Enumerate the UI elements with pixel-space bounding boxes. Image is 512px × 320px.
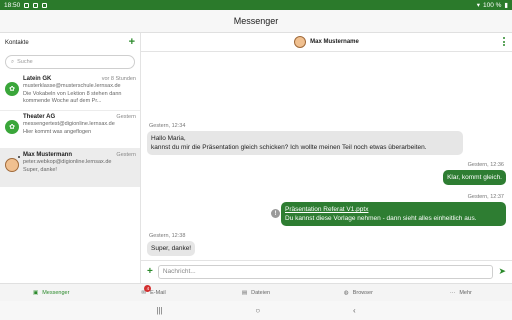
message-time: Gestern, 12:34 [149,123,186,129]
message-text: Klar, kommt gleich. [447,174,502,181]
add-contact-button[interactable]: + [129,37,135,48]
notification-icon [33,2,39,8]
tab-more[interactable]: ··· Mehr [410,284,512,301]
contact-item-max-mustermann[interactable]: Max Mustermann Gestern peter.webkop@digi… [0,149,140,187]
add-attachment-button[interactable]: + [147,266,153,277]
contact-name: Latein GK [23,76,52,82]
system-nav-bar: ||| ○ ‹ [0,301,512,320]
tab-browser[interactable]: ◍ Browser [307,284,409,301]
contacts-title: Kontakte [5,39,29,46]
message-bubble-outgoing: Klar, kommt gleich. [443,170,506,185]
contact-name: Max Mustermann [23,152,73,158]
battery-level: 100 % [482,1,502,9]
contact-time: Gestern [116,152,136,158]
message-bubble-incoming: Super, danke! [147,241,196,256]
status-time: 18:50 [4,1,21,9]
contact-address: messengertest@digionline.lernsax.de [23,121,115,128]
contact-address: peter.webkop@digionline.lernsax.de [23,159,112,166]
battery-icon: ▮ [504,2,508,9]
app-title-bar: Messenger [0,10,512,33]
avatar [294,36,307,48]
message-bubble-outgoing: Präsentation Referat V1.pptx Du kannst d… [281,202,506,226]
status-bar: 18:50 ▾ 100 % ▮ [0,0,512,10]
chat-contact-name: Max Mustername [310,39,359,45]
globe-icon: ◍ [343,289,349,296]
more-vert-icon[interactable] [503,37,505,46]
contact-address: musterklasse@musterschule.lernsax.de [23,83,121,90]
tab-label: Mehr [459,289,472,296]
more-horiz-icon: ··· [449,289,456,296]
contacts-sidebar: Kontakte + ⌕ Suche ✿ Latein GK vor 8 Stu… [0,33,141,283]
tab-label: E-Mail [150,289,166,296]
contact-preview: Die Vokabeln von Lektion 8 stehen dann k… [23,90,122,104]
notification-icon [42,2,48,8]
wifi-icon: ▾ [476,2,480,9]
group-icon: ✿ [5,120,19,134]
message-time: Gestern, 12:36 [467,162,504,168]
message-time: Gestern, 12:38 [149,233,186,239]
message-list: Gestern, 12:34 Hallo Maria, kannst du mi… [141,52,512,260]
tab-files[interactable]: ▤ Dateien [205,284,307,301]
chat-icon: ▣ [32,289,39,296]
back-icon[interactable]: ‹ [353,306,356,315]
chat-header: Max Mustername [141,33,512,52]
contact-time: Gestern [116,114,136,120]
notification-icon [24,2,30,8]
tab-label: Dateien [251,289,271,296]
group-icon: ✿ [5,82,19,96]
tab-email[interactable]: ✉ 4 E-Mail [102,284,204,301]
message-text: Super, danke! [151,245,192,252]
app-title: Messenger [233,16,279,26]
search-input[interactable]: ⌕ Suche [5,55,135,69]
contact-preview: Hier kommt was angeflogen [23,128,92,135]
message-text: Hallo Maria, [151,135,186,142]
info-icon[interactable]: ! [271,209,280,218]
tab-label: Browser [352,289,373,296]
search-icon: ⌕ [11,58,15,65]
folder-icon: ▤ [241,289,248,296]
avatar [5,158,19,172]
send-icon[interactable]: ➤ [498,266,506,277]
message-text: kannst du mir die Präsentation gleich sc… [151,144,427,151]
search-placeholder: Suche [17,59,33,65]
contact-time: vor 8 Stunden [101,76,136,82]
recents-icon[interactable]: ||| [156,306,162,315]
tab-messenger[interactable]: ▣ Messenger [0,284,102,301]
contacts-header: Kontakte + [0,33,140,52]
message-bubble-incoming: Hallo Maria, kannst du mir die Präsentat… [147,131,463,155]
message-input-placeholder: Nachricht... [162,268,196,275]
bottom-tab-bar: ▣ Messenger ✉ 4 E-Mail ▤ Dateien ◍ Brows… [0,283,512,301]
message-composer: + Nachricht... ➤ [141,260,512,282]
contact-name: Theater AG [23,114,56,120]
message-time: Gestern, 12:37 [467,194,504,200]
home-icon[interactable]: ○ [255,306,260,315]
unread-dot [18,156,20,158]
contact-item-theater-ag[interactable]: ✿ Theater AG Gestern messengertest@digio… [0,111,140,149]
tab-label: Messenger [42,289,70,296]
contact-preview: Super, danke! [23,166,57,173]
attachment-link[interactable]: Präsentation Referat V1.pptx [285,206,368,213]
message-input[interactable]: Nachricht... [157,264,494,279]
message-text: Du kannst diese Vorlage nehmen - dann si… [285,215,477,222]
contact-item-latein-gk[interactable]: ✿ Latein GK vor 8 Stunden musterklasse@m… [0,73,140,111]
